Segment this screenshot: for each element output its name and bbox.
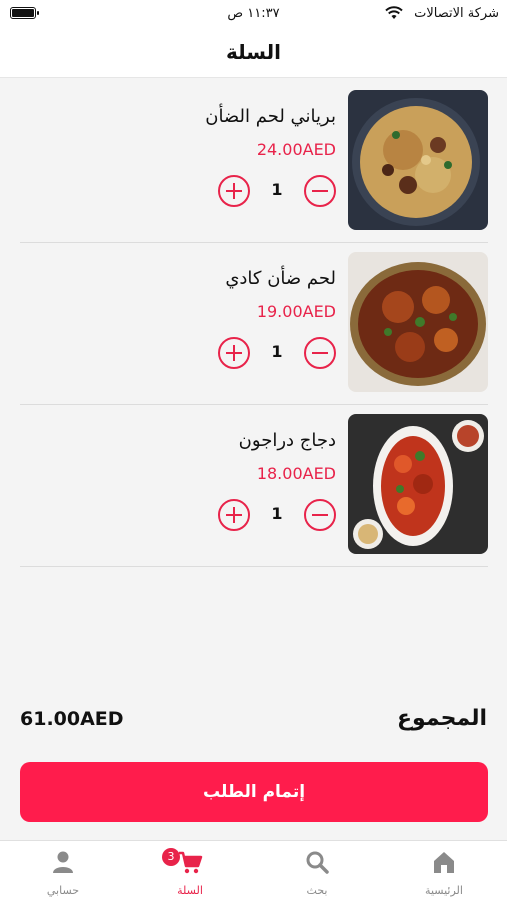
- lamb-biryani-photo: [348, 90, 488, 230]
- nav-item-account[interactable]: حسابي: [0, 841, 126, 900]
- item-name: دجاج دراجون: [238, 430, 336, 451]
- nav-label: السلة: [177, 884, 203, 897]
- item-price: 18.00AED: [256, 464, 336, 483]
- user-icon: [53, 851, 73, 873]
- nav-label: بحث: [306, 884, 328, 897]
- decrease-quantity-button[interactable]: [304, 337, 336, 369]
- decrease-quantity-button[interactable]: [304, 499, 336, 531]
- increase-quantity-button[interactable]: [218, 337, 250, 369]
- quantity-value: 1: [271, 180, 283, 199]
- status-bar: ١١:٣٧ ص شركة الاتصالات: [0, 0, 507, 30]
- page-title: السلة: [225, 40, 281, 64]
- cart-item: برياني لحم الضأن 24.00AED 1: [20, 80, 488, 243]
- header: السلة: [0, 30, 507, 78]
- quantity-value: 1: [271, 342, 283, 361]
- lamb-kadai-photo: [348, 252, 488, 392]
- bottom-nav: الرئيسية بحث 3 السلة حسابي: [0, 840, 507, 900]
- nav-item-home[interactable]: الرئيسية: [381, 841, 507, 900]
- cart-item: دجاج دراجون 18.00AED 1: [20, 404, 488, 567]
- home-icon: [434, 852, 454, 873]
- decrease-quantity-button[interactable]: [304, 175, 336, 207]
- total-value: 61.00AED: [20, 708, 124, 730]
- nav-label: الرئيسية: [425, 884, 463, 897]
- quantity-value: 1: [271, 504, 283, 523]
- dragon-chicken-photo: [348, 414, 488, 554]
- quantity-stepper: 1: [218, 499, 336, 531]
- nav-item-cart[interactable]: 3 السلة: [127, 841, 253, 900]
- search-icon: [306, 851, 329, 874]
- cart-count-badge: 3: [162, 848, 180, 866]
- nav-label: حسابي: [46, 884, 80, 897]
- cart-icon: [179, 851, 203, 874]
- nav-item-search[interactable]: بحث: [254, 841, 380, 900]
- checkout-button[interactable]: إتمام الطلب: [20, 762, 488, 822]
- item-price: 24.00AED: [256, 140, 336, 159]
- cart-item: لحم ضأن كادي 19.00AED 1: [20, 242, 488, 405]
- quantity-stepper: 1: [218, 337, 336, 369]
- increase-quantity-button[interactable]: [218, 499, 250, 531]
- item-name: برياني لحم الضأن: [205, 106, 336, 127]
- quantity-stepper: 1: [218, 175, 336, 207]
- wifi-icon: [385, 6, 403, 19]
- item-name: لحم ضأن كادي: [225, 268, 336, 289]
- item-price: 19.00AED: [256, 302, 336, 321]
- increase-quantity-button[interactable]: [218, 175, 250, 207]
- carrier-name: شركة الاتصالات: [414, 6, 499, 21]
- total-label: المجموع: [397, 706, 487, 731]
